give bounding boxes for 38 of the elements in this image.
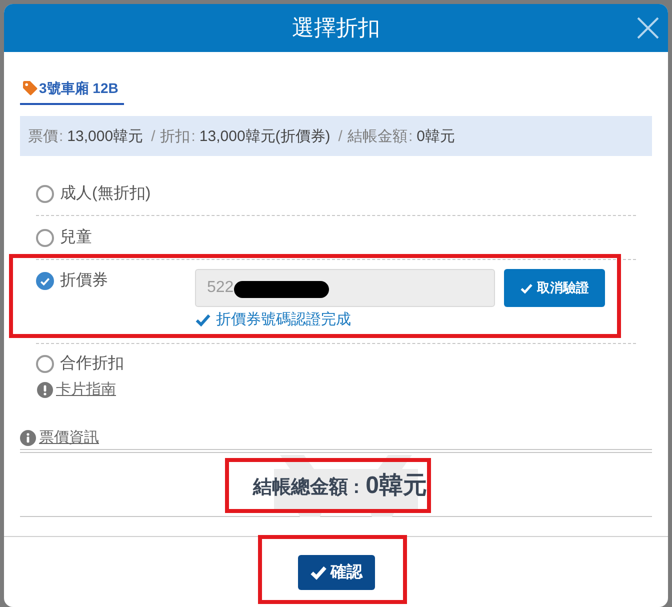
summary-value: 13,000韓元(折價券) [199, 126, 330, 146]
dialog-title: 選擇折扣 [292, 14, 380, 42]
check-icon [195, 313, 211, 327]
card-guide-link[interactable]: 卡片指南 [56, 379, 116, 401]
radio-button[interactable] [36, 272, 54, 290]
check-icon [310, 564, 326, 580]
summary-value: 0韓元 [416, 126, 455, 146]
verify-message: 折價券號碼認證完成 [216, 310, 351, 330]
summary-colon: : [59, 128, 64, 144]
total-label: 結帳總金額 : [253, 476, 360, 500]
cancel-verify-button[interactable]: 取消驗證 [504, 269, 605, 307]
check-icon [520, 282, 533, 294]
confirm-button[interactable]: 確認 [298, 554, 374, 590]
fare-info-link[interactable]: 票價資訊 [39, 427, 99, 449]
radio-button[interactable] [36, 185, 54, 203]
summary-divider: / [338, 128, 342, 144]
close-icon [637, 17, 659, 39]
summary-label: 票價 [28, 126, 58, 146]
summary-value: 13,000韓元 [67, 126, 144, 146]
car-tab[interactable]: 3號車廂 12B [20, 78, 124, 105]
summary-divider: / [151, 128, 156, 144]
summary-colon: : [408, 128, 413, 144]
summary-label: 結帳金額 [347, 126, 408, 146]
radio-button[interactable] [36, 229, 54, 247]
check-icon [40, 276, 50, 286]
tag-icon [22, 80, 38, 96]
total-value: 0韓元 [366, 470, 427, 500]
alert-icon [37, 382, 53, 398]
option-label: 兒童 [60, 228, 92, 248]
option-label: 折價券 [60, 270, 108, 291]
close-button[interactable] [637, 17, 659, 39]
tab-label: 3號車廂 12B [39, 79, 118, 98]
radio-button[interactable] [36, 355, 54, 373]
summary-label: 折扣 [160, 126, 190, 146]
option-label: 合作折扣 [60, 354, 124, 374]
summary-colon: : [191, 128, 196, 144]
option-label: 成人(無折扣) [60, 184, 151, 204]
info-icon [20, 430, 36, 446]
